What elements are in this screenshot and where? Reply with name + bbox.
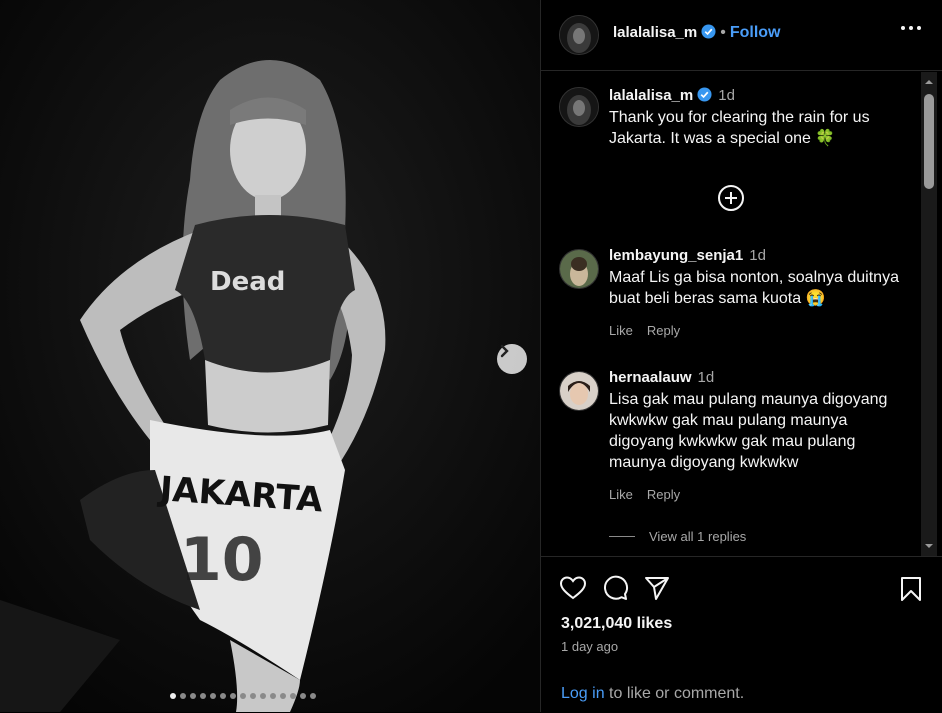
avatar-image	[560, 88, 598, 126]
carousel-dot	[310, 693, 316, 699]
post-side-panel: lalalalisa_m • Follow lalalalisa_m 1d Thank…	[540, 0, 942, 712]
carousel-dot	[180, 693, 186, 699]
next-photo-button[interactable]	[497, 344, 527, 374]
svg-text:Dead: Dead	[210, 267, 285, 297]
login-prompt: Log in to like or comment.	[561, 685, 744, 703]
author-avatar[interactable]	[559, 15, 599, 55]
carousel-dot	[260, 693, 266, 699]
comment-username[interactable]: lembayung_senja1	[609, 247, 743, 264]
avatar-image	[560, 250, 598, 288]
login-prompt-text: to like or comment.	[604, 685, 745, 702]
photo-image: Dead JAKARTA 10	[0, 0, 540, 712]
more-options-icon[interactable]	[901, 26, 921, 30]
carousel-dot	[220, 693, 226, 699]
author-username[interactable]: lalalalisa_m	[613, 24, 697, 41]
caption-text: Thank you for clearing the rain for us J…	[609, 109, 870, 147]
likes-count[interactable]: 3,021,040 likes	[561, 615, 672, 633]
share-icon[interactable]	[643, 574, 671, 602]
comment-item: lembayung_senja1 1d Maaf Lis ga bisa nont…	[559, 247, 909, 338]
caption-username[interactable]: lalalalisa_m	[609, 87, 693, 104]
carousel-dot	[190, 693, 196, 699]
avatar-image	[560, 16, 598, 54]
svg-text:10: 10	[180, 525, 264, 595]
follow-button[interactable]: Follow	[730, 24, 781, 41]
scrollbar-thumb[interactable]	[924, 94, 934, 189]
caption: lalalalisa_m 1d Thank you for clearing th…	[559, 87, 909, 149]
carousel-dot	[290, 693, 296, 699]
post-header: lalalalisa_m • Follow	[541, 0, 942, 71]
carousel-dot	[170, 693, 176, 699]
comment-text: Lisa gak mau pulang maunya digoyang kwkw…	[609, 391, 888, 471]
carousel-dot	[200, 693, 206, 699]
comment-like-button[interactable]: Like	[609, 323, 633, 338]
login-link[interactable]: Log in	[561, 685, 605, 702]
load-more-comments-button[interactable]	[717, 184, 745, 217]
carousel-dots	[170, 693, 316, 699]
carousel-dot	[280, 693, 286, 699]
view-replies-label: View all 1 replies	[649, 529, 747, 544]
comment-avatar[interactable]	[559, 371, 599, 411]
post-timestamp: 1 day ago	[561, 639, 619, 654]
carousel-dot	[250, 693, 256, 699]
plus-circle-icon	[718, 185, 744, 211]
bookmark-icon[interactable]	[899, 575, 923, 603]
carousel-dot	[270, 693, 276, 699]
comment-username[interactable]: hernaalauw	[609, 369, 692, 386]
carousel-dot	[210, 693, 216, 699]
comment-icon[interactable]	[601, 574, 629, 602]
carousel-dot	[230, 693, 236, 699]
comment-avatar[interactable]	[559, 249, 599, 289]
comment-text: Maaf Lis ga bisa nonton, soalnya duitnya…	[609, 269, 899, 307]
replies-line	[609, 536, 635, 537]
comment-time: 1d	[749, 247, 766, 264]
caption-avatar[interactable]	[559, 87, 599, 127]
comment-reply-button[interactable]: Reply	[647, 323, 680, 338]
caption-time: 1d	[718, 87, 735, 104]
post-actions-bar: 3,021,040 likes 1 day ago Log in to like…	[541, 556, 942, 713]
comments-scrollbar[interactable]	[921, 72, 937, 556]
comments-section: lalalalisa_m 1d Thank you for clearing th…	[541, 71, 919, 556]
carousel-dot	[240, 693, 246, 699]
scroll-up-icon[interactable]	[921, 76, 937, 88]
post-photo: Dead JAKARTA 10	[0, 0, 540, 712]
separator-dot: •	[720, 24, 726, 41]
comment-time: 1d	[697, 369, 715, 386]
heart-icon[interactable]	[559, 574, 587, 602]
avatar-image	[560, 372, 598, 410]
verified-badge-icon	[701, 24, 716, 39]
comment-item: hernaalauw 1d Lisa gak mau pulang maunya …	[559, 369, 909, 502]
scroll-down-icon[interactable]	[921, 540, 937, 552]
verified-badge-icon	[697, 87, 712, 102]
view-replies-button[interactable]: View all 1 replies	[609, 529, 746, 544]
chevron-right-icon	[500, 344, 509, 358]
carousel-dot	[300, 693, 306, 699]
comment-reply-button[interactable]: Reply	[647, 487, 680, 502]
comment-like-button[interactable]: Like	[609, 487, 633, 502]
